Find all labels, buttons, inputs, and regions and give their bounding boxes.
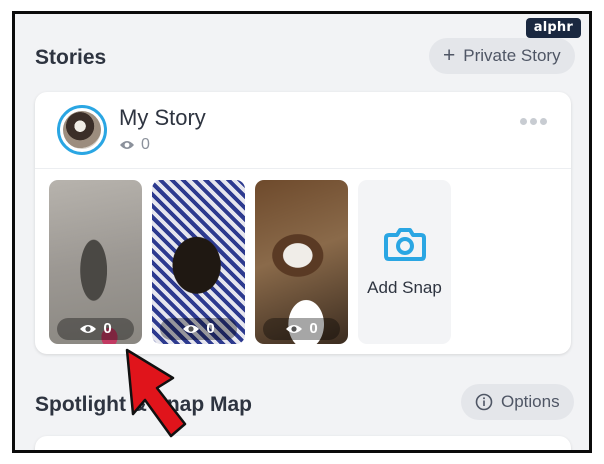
camera-icon (383, 228, 426, 261)
avatar[interactable] (57, 105, 107, 155)
options-button[interactable]: Options (461, 384, 574, 420)
alphr-logo: alphr (525, 18, 581, 38)
add-snap-button[interactable]: Add Snap (358, 180, 451, 344)
snap-thumbnail-3[interactable]: 0 (255, 180, 348, 344)
private-story-button[interactable]: + Private Story (429, 38, 575, 74)
more-dots-icon[interactable] (520, 118, 547, 125)
my-story-card: My Story 0 0 0 0 Add Snap (35, 92, 571, 354)
my-story-views: 0 (119, 135, 150, 155)
eye-icon (183, 325, 200, 333)
eye-icon (120, 141, 134, 149)
eye-icon (80, 325, 97, 333)
snap-thumbnail-1[interactable]: 0 (49, 180, 142, 344)
plus-icon: + (443, 44, 456, 67)
snap-views-badge: 0 (57, 318, 134, 340)
snap-views-count: 0 (309, 320, 318, 337)
info-icon (475, 393, 493, 411)
private-story-label: Private Story (463, 46, 561, 65)
stories-heading: Stories (35, 46, 107, 69)
snap-thumbnail-2[interactable]: 0 (152, 180, 245, 344)
snap-views-badge: 0 (160, 318, 237, 340)
my-story-views-count: 0 (141, 136, 150, 153)
options-label: Options (501, 392, 560, 411)
eye-icon (286, 325, 303, 333)
snap-views-count: 0 (206, 320, 215, 337)
snap-views-badge: 0 (263, 318, 340, 340)
divider (35, 168, 571, 169)
snap-views-count: 0 (103, 320, 112, 337)
app-frame: alphr Stories + Private Story My Story 0 (12, 11, 592, 453)
add-snap-label: Add Snap (367, 278, 442, 297)
my-story-title[interactable]: My Story (119, 104, 206, 132)
red-arrow-icon (125, 348, 187, 438)
